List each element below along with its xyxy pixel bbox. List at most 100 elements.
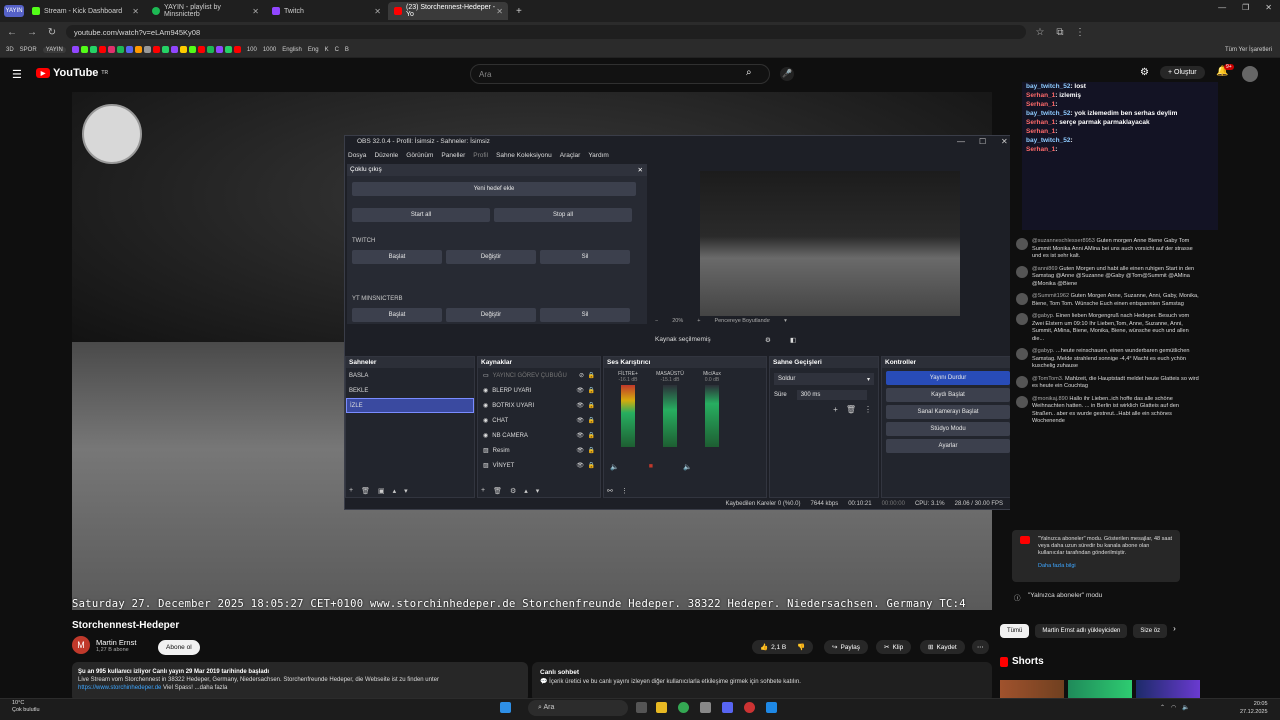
source-item[interactable]: ◉ CHAT 👁 🔒 [478,413,600,428]
forward-icon[interactable]: → [26,27,38,38]
short-thumbnail[interactable] [1068,680,1132,698]
reload-icon[interactable]: ↻ [46,27,58,38]
channel-info[interactable]: M Martin Ernst 1,27 B abone [72,636,136,654]
system-clock[interactable]: 20:05 27.12.2025 [1240,700,1268,716]
weather-widget[interactable]: 10°C Çok bulutlu [12,700,40,714]
eye-off-icon[interactable]: ⊘ [579,372,584,379]
menu-gorunum[interactable]: Görünüm [406,152,433,162]
more-icon[interactable]: ⋮ [621,487,628,495]
star-icon[interactable]: ☆ [1034,27,1046,38]
minimize-icon[interactable]: — [1218,3,1226,12]
yt-change-button[interactable]: Değiştir [446,308,536,322]
all-bookmarks[interactable]: Tüm Yer İşaretleri [1225,47,1272,53]
add-icon[interactable]: + [833,405,838,414]
studio-mode-button[interactable]: Stüdyo Modu [886,422,1010,436]
menu-sahne-koleksiyonu[interactable]: Sahne Koleksiyonu [496,152,552,162]
wifi-icon[interactable]: ◠ [1171,704,1176,711]
add-icon[interactable]: + [481,487,485,495]
source-item[interactable]: ▭ YAYINCI GÖREV ÇUBUĞU ⊘ 🔒 [478,368,600,383]
task-view-icon[interactable] [636,702,647,713]
tab-youtube[interactable]: (23) Storchennest-Hedeper - Yo ✕ [388,2,508,20]
minimize-icon[interactable]: — [957,137,965,146]
hamburger-icon[interactable]: ☰ [12,68,22,81]
video-description[interactable]: Şu an 995 kullanıcı izliyor Canlı yayın … [72,662,528,702]
website-link[interactable]: https://www.storchinhedeper.de [78,685,161,691]
bookmark-english[interactable]: English [282,47,302,53]
discord-icon[interactable] [722,702,733,713]
create-button[interactable]: + Oluştur [1160,66,1205,79]
menu-paneller[interactable]: Paneller [441,152,465,162]
chip-for-you[interactable]: Size öz [1133,624,1168,638]
thumbs-down-icon[interactable]: 👎 [797,643,805,651]
down-icon[interactable]: ▾ [536,487,540,495]
filter-icon[interactable]: ◧ [790,336,796,344]
source-item[interactable]: ▨ VİNYET 👁 🔒 [478,458,600,473]
zoom-out-icon[interactable]: − [655,318,658,328]
cast-icon[interactable]: ⚙ [1140,67,1149,78]
menu-profil[interactable]: Profil [473,152,488,162]
obs-preview[interactable] [700,171,960,316]
close-icon[interactable]: ✕ [252,7,259,16]
bookmark-yayin[interactable]: YAYIN [42,46,66,53]
gear-icon[interactable]: ⚙ [765,336,771,344]
new-tab-button[interactable]: + [510,6,522,17]
tab-playlist[interactable]: YAYIN - playlist by Minsnicterb ✕ [146,2,264,20]
twitch-change-button[interactable]: Değiştir [446,250,536,264]
eye-icon[interactable]: 👁 [576,432,584,439]
twitch-delete-button[interactable]: Sil [540,250,630,264]
lock-icon[interactable]: 🔒 [588,432,595,439]
bookmark-3d[interactable]: 3D [6,47,14,53]
bookmark-c[interactable]: C [335,47,339,53]
trash-icon[interactable]: 🗑 [846,405,856,414]
up-icon[interactable]: ▴ [393,487,397,495]
bookmark-icons[interactable] [71,46,241,53]
add-target-button[interactable]: Yeni hedef ekle [352,182,636,196]
bookmark-k[interactable]: K [325,47,329,53]
twitch-start-button[interactable]: Başlat [352,250,442,264]
speaker-icon[interactable]: 🔈 [610,463,619,471]
yt-start-button[interactable]: Başlat [352,308,442,322]
source-item[interactable]: ◉ BLERP UYARI 👁 🔒 [478,383,600,398]
settings-icon[interactable] [700,702,711,713]
gear-icon[interactable]: ⚙ [510,487,516,495]
taskbar-search[interactable]: ⌕ Ara [528,700,628,716]
close-icon[interactable]: ✕ [496,7,503,16]
source-item[interactable]: ▨ Resim 👁 🔒 [478,443,600,458]
filter-icon[interactable]: ▣ [378,487,385,495]
duration-input[interactable]: 300 ms [796,390,867,400]
close-window-icon[interactable]: ✕ [1265,3,1272,12]
search-input[interactable]: Ara [470,64,770,84]
tab-twitch[interactable]: Twitch ✕ [266,2,386,20]
speaker-icon[interactable]: 🔈 [683,463,692,471]
lock-icon[interactable]: 🔒 [588,447,595,454]
close-icon[interactable]: ✕ [374,7,381,16]
more-actions-button[interactable]: ⋯ [972,640,989,654]
transition-select[interactable]: Soldur ▾ [774,373,874,385]
file-explorer-icon[interactable] [656,702,667,713]
settings-button[interactable]: Ayarlar [886,439,1010,453]
more-icon[interactable]: ⋮ [864,405,872,414]
up-icon[interactable]: ▴ [524,487,528,495]
chevron-down-icon[interactable]: ▾ [784,318,787,328]
menu-icon[interactable]: ⋮ [1074,27,1086,38]
maximize-icon[interactable]: ❐ [1242,3,1249,12]
volume-icon[interactable]: 🔈 [1182,704,1189,711]
eye-icon[interactable]: 👁 [576,447,584,454]
scene-item[interactable]: BASLA [346,368,474,383]
start-recording-button[interactable]: Kaydı Başlat [886,388,1010,402]
scene-item[interactable]: BEKLE [346,383,474,398]
chevron-right-icon[interactable]: › [1173,624,1176,638]
down-icon[interactable]: ▾ [404,487,408,495]
speaker-muted-icon[interactable]: ■ [649,463,653,471]
source-item[interactable]: ◉ BOTRIX UYARI 👁 🔒 [478,398,600,413]
virtual-camera-button[interactable]: Sanal Kamerayı Başlat [886,405,1010,419]
channel-name[interactable]: Martin Ernst [96,638,136,647]
like-button[interactable]: 👍 2,1 B 👎 [752,640,814,654]
clip-button[interactable]: ✂ Klip [876,640,912,654]
tab-kick[interactable]: Stream - Kick Dashboard ✕ [26,2,144,20]
lock-icon[interactable]: 🔒 [588,417,595,424]
bookmark-1000[interactable]: 1000 [263,47,276,53]
menu-dosya[interactable]: Dosya [348,152,366,162]
zoom-in-icon[interactable]: + [697,318,700,328]
url-field[interactable]: youtube.com/watch?v=eLAm945Ky08 [66,25,1026,39]
